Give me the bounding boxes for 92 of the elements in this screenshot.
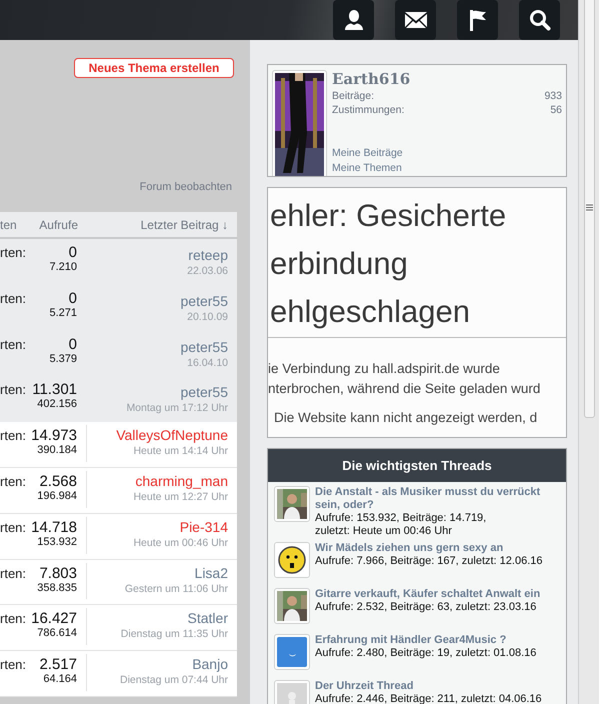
views-count: 196.984: [36, 490, 77, 502]
thread-title-link[interactable]: Erfahrung mit Händler Gear4Music ?: [315, 634, 536, 647]
cell-label: rten:: [0, 657, 26, 672]
profile-link[interactable]: Meine Themen: [332, 161, 562, 176]
last-post-time: Gestern um 11:06 Uhr: [124, 582, 228, 595]
column-header[interactable]: Aufrufe: [18, 218, 78, 232]
last-poster-link[interactable]: peter55: [180, 338, 228, 355]
thread-stats: zuletzt: Heute um 00:46 Uhr: [315, 525, 453, 538]
replies-count: 11.301: [32, 381, 77, 398]
mail-icon: [404, 12, 426, 28]
thread-title-link[interactable]: Gitarre verkauft, Käufer schaltet Anwalt ein: [315, 588, 540, 601]
cell-label: rten:: [0, 474, 26, 489]
last-poster-link[interactable]: reteep: [188, 247, 228, 263]
last-post-time: Dienstag um 07:44 Uhr: [120, 674, 228, 686]
new-thread-button[interactable]: Neues Thema erstellen: [74, 58, 234, 78]
error-title-line: ehler: Gesicherte: [269, 197, 508, 235]
replies-count: 14.718: [31, 518, 77, 536]
last-poster-link[interactable]: Pie-314: [180, 518, 228, 535]
stat-label: Beiträge:: [332, 90, 374, 102]
cell-label: rten:: [0, 520, 26, 535]
last-poster-link[interactable]: peter55: [180, 292, 228, 309]
error-note: Die Website kann nicht angezeigt werden, d: [273, 409, 538, 427]
mail-button[interactable]: [395, 0, 436, 40]
cell-label: rten:: [0, 336, 26, 352]
views-count: 7.210: [48, 261, 77, 273]
thread-stats: Aufrufe: 7.966, Beiträge: 167, zuletzt: 12.06.16: [315, 555, 542, 568]
thread-stats: Aufrufe: 2.532, Beiträge: 63, zuletzt: 23.03.16: [315, 601, 538, 614]
last-post-time: 20.10.09: [187, 310, 228, 323]
cell-label: rten:: [0, 290, 26, 306]
views-count: 5.379: [48, 352, 77, 365]
last-post-time: 16.04.10: [187, 356, 228, 369]
views-count: 358.835: [36, 582, 77, 594]
thread-stats: Aufrufe: 2.446, Beiträge: 211, zuletzt: 04.06.16: [315, 693, 542, 704]
avatar-placeholder-icon: [277, 683, 307, 704]
replies-count: 2.517: [39, 656, 77, 674]
last-poster-link[interactable]: Lisa2: [194, 564, 228, 581]
error-text-line: ie Verbindung zu hall.adspirit.de wurde: [268, 360, 501, 378]
views-count: 786.614: [36, 627, 77, 640]
views-count: 402.156: [36, 398, 77, 410]
cell-label: rten:: [0, 428, 26, 444]
search-icon: [528, 9, 550, 31]
column-header[interactable]: Letzter Beitrag ↓: [78, 218, 237, 232]
last-post-time: Heute um 12:27 Uhr: [133, 490, 228, 503]
cell-label: rten:: [0, 245, 26, 260]
watch-forum-link[interactable]: Forum beobachten: [140, 181, 232, 193]
replies-count: 2.568: [39, 472, 77, 490]
search-button[interactable]: [519, 0, 560, 40]
views-count: 390.184: [36, 444, 77, 456]
profile-link[interactable]: Meine Beiträge: [332, 146, 562, 161]
last-post-time: Dienstag um 11:35 Uhr: [120, 628, 228, 640]
smiley-icon: [277, 545, 307, 575]
cell-label: rten:: [0, 382, 26, 398]
thread-title-link[interactable]: Der Uhrzeit Thread: [315, 680, 542, 693]
last-post-time: Montag um 17:12 Uhr: [126, 402, 228, 414]
thread-title-link[interactable]: Die Anstalt - als Musiker musst du verrückt sein, oder?: [315, 486, 562, 512]
user-button[interactable]: [333, 0, 374, 40]
last-poster-link[interactable]: ValleysOfNeptune: [116, 427, 228, 444]
stat-value: 933: [544, 90, 562, 102]
replies-count: 0: [68, 290, 77, 307]
cell-label: rten:: [0, 611, 26, 626]
thread-title-link[interactable]: Wir Mädels ziehen uns gern sexy an: [315, 542, 542, 555]
cell-label: rten:: [0, 566, 26, 581]
replies-count: 0: [68, 244, 77, 261]
error-title-line: ehlgeschlagen: [269, 293, 471, 331]
views-count: 64.164: [42, 673, 77, 686]
replies-count: 16.427: [31, 610, 77, 628]
stat-value: 56: [550, 104, 562, 116]
flag-button[interactable]: [457, 0, 498, 40]
replies-count: 7.803: [39, 564, 77, 582]
last-poster-link[interactable]: Statler: [188, 610, 228, 626]
thread-stats: Aufrufe: 153.932, Beiträge: 14.719,: [315, 512, 488, 525]
flag-icon: [468, 9, 488, 31]
stat-label: Zustimmungen:: [332, 104, 404, 116]
thread-stats: Aufrufe: 2.480, Beiträge: 19, zuletzt: 01.08.16: [315, 647, 536, 660]
error-title-line: erbindung: [269, 245, 409, 283]
last-poster-link[interactable]: charming_man: [135, 472, 228, 489]
replies-count: 14.973: [31, 427, 77, 444]
panel-title: Die wichtigsten Threads: [268, 449, 566, 482]
column-header[interactable]: ten: [0, 218, 18, 232]
error-text-line: nterbrochen, während die Seite geladen wurd: [268, 380, 542, 398]
last-post-time: 22.03.06: [187, 265, 228, 277]
moon-icon: [277, 637, 307, 667]
last-post-time: Heute um 00:46 Uhr: [133, 536, 228, 549]
user-icon: [342, 9, 364, 31]
username[interactable]: Earth616: [332, 70, 562, 88]
views-count: 5.271: [48, 306, 77, 319]
last-poster-link[interactable]: Banjo: [192, 656, 228, 672]
last-post-time: Heute um 14:14 Uhr: [133, 445, 228, 458]
replies-count: 0: [68, 336, 77, 353]
scrollbar-thumb[interactable]: [584, 0, 594, 418]
views-count: 153.932: [36, 536, 77, 548]
last-poster-link[interactable]: peter55: [180, 384, 228, 400]
